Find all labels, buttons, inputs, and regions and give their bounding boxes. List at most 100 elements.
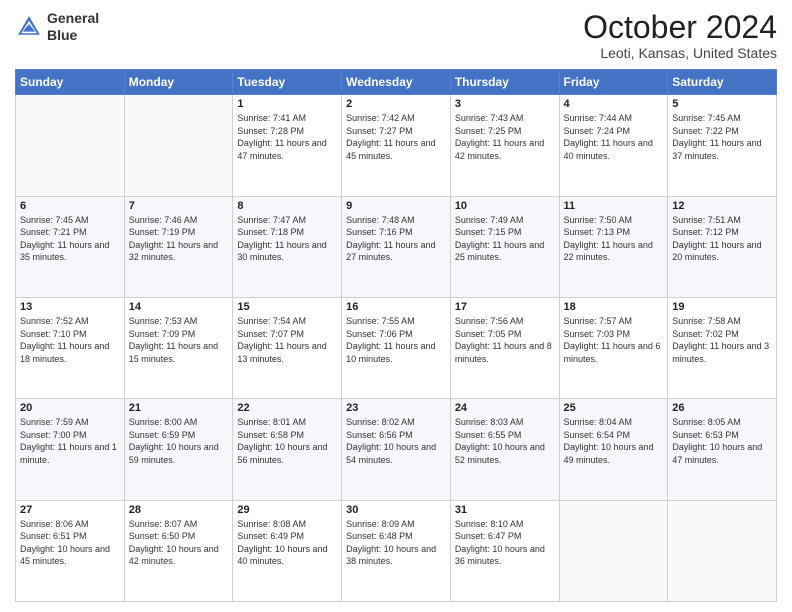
day-info: Sunrise: 7:53 AMSunset: 7:09 PMDaylight:… — [129, 315, 229, 365]
day-info: Sunrise: 7:54 AMSunset: 7:07 PMDaylight:… — [237, 315, 337, 365]
calendar-cell: 24 Sunrise: 8:03 AMSunset: 6:55 PMDayligh… — [450, 399, 559, 500]
day-header-friday: Friday — [559, 70, 668, 95]
day-number: 14 — [129, 301, 229, 313]
day-info: Sunrise: 8:04 AMSunset: 6:54 PMDaylight:… — [564, 416, 664, 466]
day-number: 27 — [20, 504, 120, 516]
day-number: 22 — [237, 402, 337, 414]
calendar-cell: 22Sunrise: 8:01 AMSunset: 6:58 PMDayligh… — [233, 399, 342, 500]
day-number: 25 — [564, 402, 664, 414]
day-number: 1 — [237, 98, 337, 110]
day-info: Sunrise: 8:05 AMSunset: 6:53 PMDaylight:… — [672, 416, 772, 466]
day-info: Sunrise: 7:48 AMSunset: 7:16 PMDaylight:… — [346, 214, 446, 264]
calendar-cell: 3 Sunrise: 7:43 AMSunset: 7:25 PMDaylight… — [450, 95, 559, 196]
day-info: Sunrise: 8:08 AMSunset: 6:49 PMDaylight:… — [237, 518, 337, 568]
day-number: 5 — [672, 98, 772, 110]
calendar-cell: 19Sunrise: 7:58 AMSunset: 7:02 PMDayligh… — [668, 297, 777, 398]
calendar-cell: 14 Sunrise: 7:53 AMSunset: 7:09 PMDayligh… — [124, 297, 233, 398]
calendar-cell: 16 Sunrise: 7:55 AMSunset: 7:06 PMDayligh… — [342, 297, 451, 398]
day-info: Sunrise: 7:46 AMSunset: 7:19 PMDaylight:… — [129, 214, 229, 264]
day-header-wednesday: Wednesday — [342, 70, 451, 95]
day-info: Sunrise: 8:09 AMSunset: 6:48 PMDaylight:… — [346, 518, 446, 568]
page-container: General Blue October 2024 Leoti, Kansas,… — [0, 0, 792, 612]
day-number: 19 — [672, 301, 772, 313]
calendar-cell: 28Sunrise: 8:07 AMSunset: 6:50 PMDayligh… — [124, 500, 233, 601]
day-number: 10 — [455, 200, 555, 212]
day-info: Sunrise: 8:10 AMSunset: 6:47 PMDaylight:… — [455, 518, 555, 568]
calendar-cell: 25 Sunrise: 8:04 AMSunset: 6:54 PMDayligh… — [559, 399, 668, 500]
day-header-tuesday: Tuesday — [233, 70, 342, 95]
day-number: 4 — [564, 98, 664, 110]
day-number: 18 — [564, 301, 664, 313]
calendar-cell: 26 Sunrise: 8:05 AMSunset: 6:53 PMDayligh… — [668, 399, 777, 500]
calendar-cell: 17 Sunrise: 7:56 AMSunset: 7:05 PMDayligh… — [450, 297, 559, 398]
day-number: 6 — [20, 200, 120, 212]
week-row-2: 6 Sunrise: 7:45 AMSunset: 7:21 PMDaylight… — [16, 196, 777, 297]
day-info: Sunrise: 7:49 AMSunset: 7:15 PMDaylight:… — [455, 214, 555, 264]
calendar-cell: 6 Sunrise: 7:45 AMSunset: 7:21 PMDaylight… — [16, 196, 125, 297]
day-number: 9 — [346, 200, 446, 212]
day-number: 2 — [346, 98, 446, 110]
day-header-thursday: Thursday — [450, 70, 559, 95]
calendar-cell: 1Sunrise: 7:41 AMSunset: 7:28 PMDaylight… — [233, 95, 342, 196]
calendar-cell — [559, 500, 668, 601]
week-row-3: 13 Sunrise: 7:52 AMSunset: 7:10 PMDayligh… — [16, 297, 777, 398]
calendar-cell — [668, 500, 777, 601]
calendar-cell: 4Sunrise: 7:44 AMSunset: 7:24 PMDaylight… — [559, 95, 668, 196]
day-number: 3 — [455, 98, 555, 110]
calendar-cell: 23Sunrise: 8:02 AMSunset: 6:56 PMDayligh… — [342, 399, 451, 500]
logo-text: General Blue — [47, 10, 99, 44]
day-info: Sunrise: 7:45 AMSunset: 7:21 PMDaylight:… — [20, 214, 120, 264]
calendar-cell: 30 Sunrise: 8:09 AMSunset: 6:48 PMDayligh… — [342, 500, 451, 601]
day-number: 26 — [672, 402, 772, 414]
calendar-cell: 18 Sunrise: 7:57 AMSunset: 7:03 PMDayligh… — [559, 297, 668, 398]
day-number: 30 — [346, 504, 446, 516]
day-number: 16 — [346, 301, 446, 313]
day-number: 20 — [20, 402, 120, 414]
day-info: Sunrise: 7:56 AMSunset: 7:05 PMDaylight:… — [455, 315, 555, 365]
title-block: October 2024 Leoti, Kansas, United State… — [583, 10, 777, 61]
day-number: 29 — [237, 504, 337, 516]
day-number: 24 — [455, 402, 555, 414]
day-info: Sunrise: 8:00 AMSunset: 6:59 PMDaylight:… — [129, 416, 229, 466]
day-info: Sunrise: 7:45 AMSunset: 7:22 PMDaylight:… — [672, 112, 772, 162]
day-info: Sunrise: 7:57 AMSunset: 7:03 PMDaylight:… — [564, 315, 664, 365]
day-number: 15 — [237, 301, 337, 313]
calendar-cell: 2 Sunrise: 7:42 AMSunset: 7:27 PMDaylight… — [342, 95, 451, 196]
calendar-cell: 12 Sunrise: 7:51 AMSunset: 7:12 PMDayligh… — [668, 196, 777, 297]
calendar-cell: 27 Sunrise: 8:06 AMSunset: 6:51 PMDayligh… — [16, 500, 125, 601]
calendar-cell — [16, 95, 125, 196]
day-info: Sunrise: 7:59 AMSunset: 7:00 PMDaylight:… — [20, 416, 120, 466]
day-number: 13 — [20, 301, 120, 313]
day-info: Sunrise: 7:50 AMSunset: 7:13 PMDaylight:… — [564, 214, 664, 264]
day-number: 31 — [455, 504, 555, 516]
day-info: Sunrise: 7:55 AMSunset: 7:06 PMDaylight:… — [346, 315, 446, 365]
day-info: Sunrise: 7:43 AMSunset: 7:25 PMDaylight:… — [455, 112, 555, 162]
day-header-monday: Monday — [124, 70, 233, 95]
calendar-table: SundayMondayTuesdayWednesdayThursdayFrid… — [15, 69, 777, 602]
calendar-cell: 15 Sunrise: 7:54 AMSunset: 7:07 PMDayligh… — [233, 297, 342, 398]
day-info: Sunrise: 7:42 AMSunset: 7:27 PMDaylight:… — [346, 112, 446, 162]
logo-icon — [15, 13, 43, 41]
week-row-1: 1Sunrise: 7:41 AMSunset: 7:28 PMDaylight… — [16, 95, 777, 196]
day-header-sunday: Sunday — [16, 70, 125, 95]
day-info: Sunrise: 8:02 AMSunset: 6:56 PMDaylight:… — [346, 416, 446, 466]
week-row-5: 27 Sunrise: 8:06 AMSunset: 6:51 PMDayligh… — [16, 500, 777, 601]
day-info: Sunrise: 8:03 AMSunset: 6:55 PMDaylight:… — [455, 416, 555, 466]
day-number: 12 — [672, 200, 772, 212]
day-info: Sunrise: 7:51 AMSunset: 7:12 PMDaylight:… — [672, 214, 772, 264]
day-info: Sunrise: 8:06 AMSunset: 6:51 PMDaylight:… — [20, 518, 120, 568]
calendar-cell — [124, 95, 233, 196]
calendar-cell: 20 Sunrise: 7:59 AMSunset: 7:00 PMDayligh… — [16, 399, 125, 500]
day-number: 21 — [129, 402, 229, 414]
month-title: October 2024 — [583, 10, 777, 45]
day-header-saturday: Saturday — [668, 70, 777, 95]
calendar-cell: 29 Sunrise: 8:08 AMSunset: 6:49 PMDayligh… — [233, 500, 342, 601]
calendar-cell: 8Sunrise: 7:47 AMSunset: 7:18 PMDaylight… — [233, 196, 342, 297]
day-number: 17 — [455, 301, 555, 313]
calendar-cell: 13 Sunrise: 7:52 AMSunset: 7:10 PMDayligh… — [16, 297, 125, 398]
week-row-4: 20 Sunrise: 7:59 AMSunset: 7:00 PMDayligh… — [16, 399, 777, 500]
day-info: Sunrise: 7:52 AMSunset: 7:10 PMDaylight:… — [20, 315, 120, 365]
location: Leoti, Kansas, United States — [583, 45, 777, 61]
day-number: 8 — [237, 200, 337, 212]
calendar-header-row: SundayMondayTuesdayWednesdayThursdayFrid… — [16, 70, 777, 95]
